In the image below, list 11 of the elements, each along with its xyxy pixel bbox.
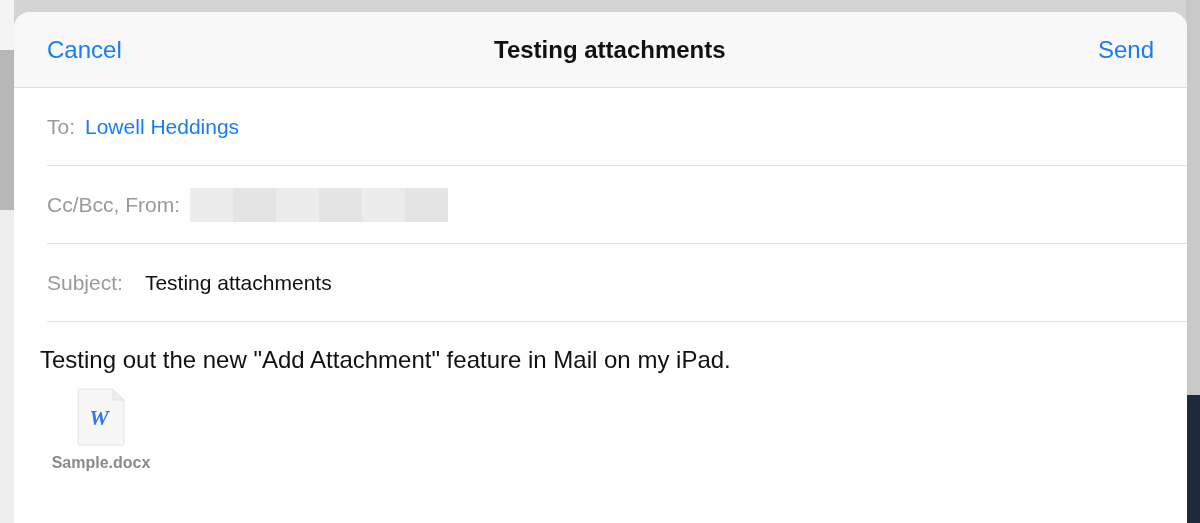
- field-label: Subject:: [47, 270, 123, 295]
- field-label: Cc/Bcc, From:: [47, 192, 180, 217]
- send-button[interactable]: Send: [1097, 35, 1154, 64]
- field-label: To:: [47, 114, 75, 139]
- document-icon[interactable]: W: [77, 388, 125, 446]
- message-body[interactable]: Testing out the new "Add Attachment" feature in Mail on my iPad.: [40, 346, 1187, 374]
- sheet-title: Testing attachments: [494, 35, 726, 64]
- recipient-token[interactable]: Lowell Heddings: [85, 114, 240, 139]
- attachment-name: Sample.docx: [51, 454, 151, 472]
- cancel-button[interactable]: Cancel: [47, 35, 122, 64]
- subject-field[interactable]: Testing attachments: [144, 270, 332, 295]
